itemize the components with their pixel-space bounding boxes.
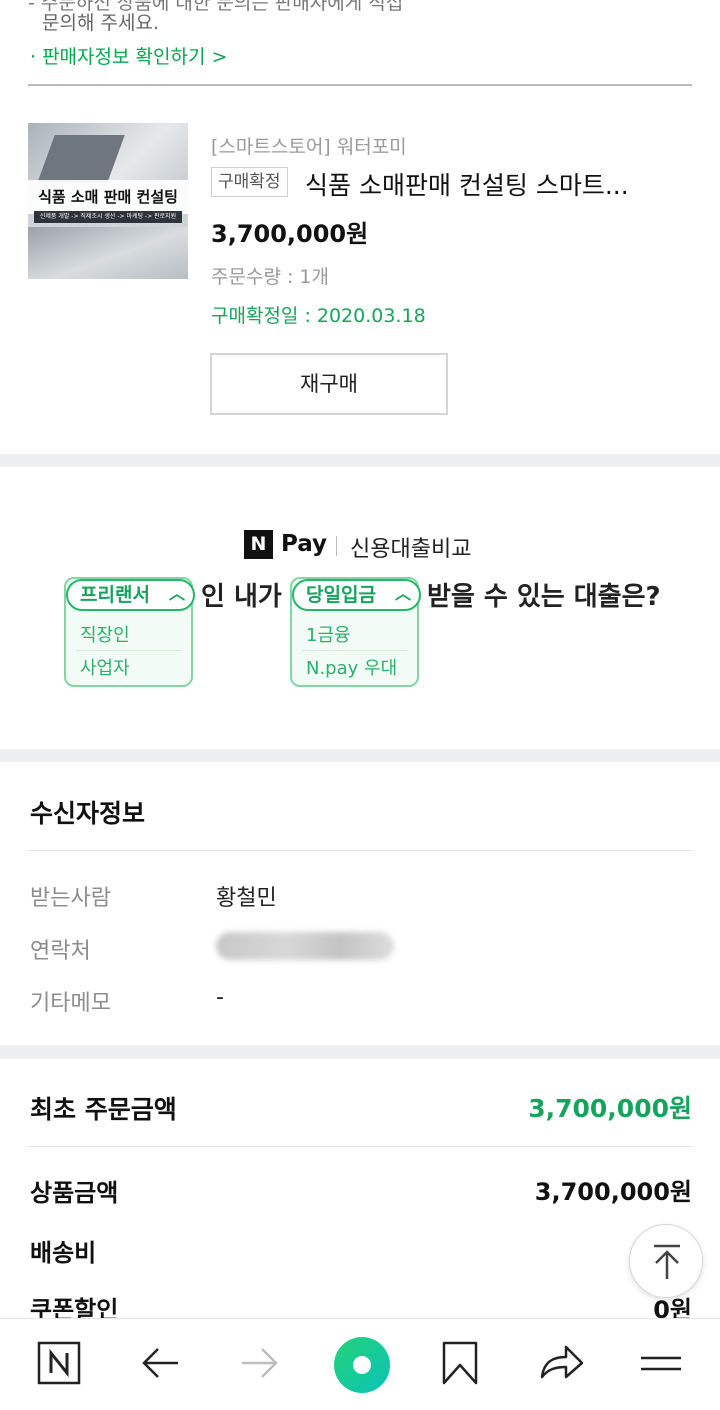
naver-home-icon (37, 1341, 81, 1385)
chevron-up-icon: ︿ (168, 584, 185, 603)
ad-headline-part1: 인 내가 (201, 582, 282, 612)
recipient-name-label: 받는사람 (30, 886, 111, 911)
occupation-dropdown-selected[interactable]: 프리랜서 ︿ (66, 579, 195, 611)
divider (28, 84, 692, 86)
green-dot-button[interactable] (334, 1337, 390, 1393)
naver-home-button[interactable] (27, 1331, 91, 1395)
section-gap (0, 749, 720, 762)
recipient-name-value: 황철민 (216, 886, 277, 911)
product-title[interactable]: 식품 소매판매 컨설팅 스마트... (305, 166, 675, 202)
arrow-up-icon (654, 1244, 680, 1279)
bookmark-button[interactable] (428, 1331, 492, 1395)
share-button[interactable] (528, 1331, 592, 1395)
product-thumbnail[interactable]: 식품 소매 판매 컨설팅 신제품 개발 -> 직제조시 생산 -> 마케팅 ->… (28, 123, 188, 279)
purchase-confirm-date: 구매확정일 : 2020.03.18 (211, 305, 426, 327)
divider (28, 1146, 692, 1147)
thumbnail-banner: 식품 소매 판매 컨설팅 (28, 180, 188, 214)
ad-headline-part2: 받을 수 있는 대출은? (427, 582, 661, 612)
back-arrow-icon (142, 1348, 178, 1378)
recipient-title: 수신자정보 (30, 799, 146, 828)
deposit-option[interactable]: N.pay 우대 (306, 654, 397, 680)
back-button[interactable] (128, 1331, 192, 1395)
thumbnail-strip: 신제품 개발 -> 직제조시 생산 -> 마케팅 -> 판로지원 (34, 211, 182, 223)
order-item-section: - 주문하신 상품에 대한 문의는 판매자에게 직접 문의해 주세요. · 판매… (0, 0, 720, 454)
deposit-dropdown[interactable]: 당일입금 ︿ 1금융 N.pay 우대 (290, 577, 421, 687)
bookmark-icon (442, 1341, 478, 1385)
divider (28, 850, 692, 851)
browser-bottom-bar (0, 1318, 720, 1410)
product-amount-label: 상품금액 (30, 1179, 119, 1207)
initial-amount-value: 3,700,000원 (528, 1094, 692, 1123)
menu-button[interactable] (629, 1331, 693, 1395)
product-price: 3,700,000원 (211, 220, 369, 248)
seller-info-link[interactable]: · 판매자정보 확인하기 > (30, 42, 227, 69)
npay-logo-text: Pay (281, 531, 328, 557)
product-amount-value: 3,700,000원 (534, 1178, 692, 1206)
memo-label: 기타메모 (30, 991, 111, 1016)
contact-value-redacted (216, 932, 394, 960)
npay-logo-icon: N (244, 530, 273, 559)
share-icon (540, 1345, 584, 1379)
chevron-up-icon: ︿ (394, 584, 411, 603)
rebuy-button[interactable]: 재구매 (210, 353, 448, 415)
forward-arrow-icon (242, 1348, 278, 1378)
occupation-option[interactable]: 사업자 (80, 654, 130, 680)
memo-value: - (216, 985, 224, 1010)
occupation-dropdown[interactable]: 프리랜서 ︿ 직장인 사업자 (64, 577, 195, 687)
section-gap (0, 454, 720, 467)
scroll-top-button[interactable] (629, 1224, 703, 1298)
section-gap (0, 1045, 720, 1059)
deposit-option[interactable]: 1금융 (306, 621, 351, 647)
deposit-dropdown-selected[interactable]: 당일입금 ︿ (292, 579, 421, 611)
contact-label: 연락처 (30, 939, 91, 964)
order-quantity: 주문수량 : 1개 (211, 266, 329, 288)
initial-amount-label: 최초 주문금액 (30, 1095, 177, 1124)
ad-subtitle: 신용대출비교 (350, 537, 472, 562)
status-badge: 구매확정 (211, 167, 288, 197)
shipping-label: 배송비 (30, 1239, 97, 1267)
occupation-option[interactable]: 직장인 (80, 621, 130, 647)
menu-icon (641, 1356, 681, 1371)
separator (336, 536, 337, 556)
forward-button[interactable] (228, 1331, 292, 1395)
green-dot-icon (353, 1356, 371, 1374)
store-name[interactable]: [스마트스토어] 워터포미 (211, 132, 407, 159)
notice-text: 문의해 주세요. (42, 12, 159, 34)
